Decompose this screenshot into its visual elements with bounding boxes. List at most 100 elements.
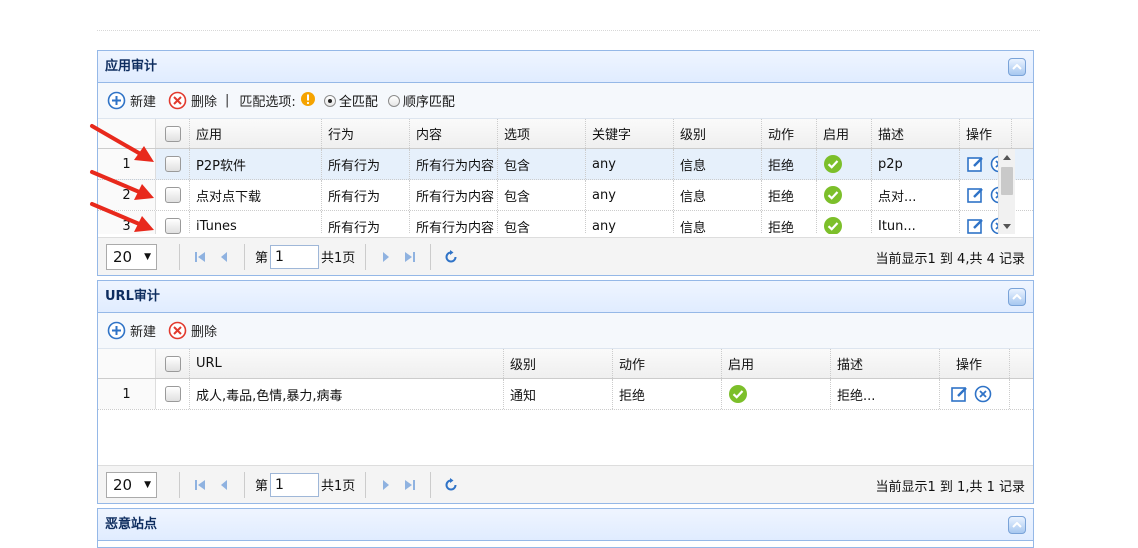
app-audit-panel: 应用审计 新建 删除 | 匹配选项: 全匹配 顺序匹配 应用 行为 内容 选项 …	[97, 50, 1034, 276]
cell-ops	[940, 379, 1010, 409]
collapse-url-audit-button[interactable]	[1008, 288, 1026, 306]
refresh-icon	[445, 477, 457, 490]
app-audit-delete-button[interactable]: 删除	[168, 91, 217, 110]
col-header-enabled[interactable]: 启用	[817, 119, 872, 148]
page-size-select[interactable]: 20 ▼	[106, 471, 157, 498]
radio-full-match-input[interactable]	[323, 94, 336, 107]
cell-content: 所有行为内容	[410, 149, 498, 179]
col-header-action[interactable]: 动作	[762, 119, 817, 148]
cell-keyword: any	[586, 211, 674, 234]
top-divider	[97, 30, 1040, 31]
prev-page-button[interactable]	[212, 473, 236, 497]
pager-separator	[244, 243, 245, 270]
check-circle-icon	[824, 186, 842, 204]
col-header-enabled[interactable]: 启用	[722, 349, 831, 378]
prev-page-button[interactable]	[212, 245, 236, 269]
next-page-button[interactable]	[374, 245, 398, 269]
refresh-icon	[445, 249, 457, 262]
row-checkbox[interactable]	[164, 386, 181, 402]
url-audit-new-button[interactable]: 新建	[107, 321, 156, 340]
pager-separator	[179, 243, 180, 270]
app-audit-header: 应用审计	[98, 51, 1033, 83]
first-page-button[interactable]	[188, 245, 212, 269]
edit-icon[interactable]	[966, 216, 986, 234]
collapse-app-audit-button[interactable]	[1008, 58, 1026, 76]
url-audit-toolbar: 新建 删除	[98, 313, 1033, 349]
app-audit-pagination: 20 ▼ 第 1 共1页 当前显示1 到 4,共 4 记录	[98, 237, 1033, 275]
page-prefix: 第	[255, 479, 269, 494]
select-all-checkbox[interactable]	[164, 355, 181, 372]
page-number-input[interactable]: 1	[270, 244, 320, 269]
check-circle-icon	[824, 217, 842, 234]
col-header-app[interactable]: 应用	[190, 119, 322, 148]
cell-level: 信息	[674, 211, 762, 234]
prev-page-icon	[221, 479, 227, 490]
table-row[interactable]: 2 点对点下载 所有行为 所有行为内容 包含 any 信息 拒绝 点对...	[98, 180, 1033, 211]
scroll-up-arrow[interactable]	[999, 149, 1015, 165]
first-page-button[interactable]	[188, 473, 212, 497]
row-checkbox-cell	[156, 149, 190, 179]
col-header-option[interactable]: 选项	[498, 119, 586, 148]
table-row[interactable]: 1 P2P软件 所有行为 所有行为内容 包含 any 信息 拒绝 p2p	[98, 149, 1033, 180]
next-page-button[interactable]	[374, 473, 398, 497]
select-all-checkbox[interactable]	[164, 125, 181, 142]
page-number-input[interactable]: 1	[270, 472, 320, 497]
scroll-thumb[interactable]	[1001, 167, 1013, 195]
match-options-label: 匹配选项:	[239, 95, 296, 110]
col-header-desc[interactable]: 描述	[872, 119, 960, 148]
row-checkbox[interactable]	[164, 218, 181, 234]
row-checkbox-cell	[156, 379, 190, 409]
next-page-icon	[383, 251, 390, 262]
first-page-icon	[195, 479, 205, 490]
radio-full-match-label: 全匹配	[338, 95, 378, 110]
refresh-button[interactable]	[439, 245, 463, 269]
col-header-ops: 操作	[960, 119, 1012, 148]
red-arrow-annotation-1	[90, 124, 154, 162]
col-header-action[interactable]: 动作	[613, 349, 722, 378]
col-header-content[interactable]: 内容	[410, 119, 498, 148]
last-page-button[interactable]	[398, 473, 422, 497]
row-checkbox[interactable]	[164, 156, 181, 172]
radio-order-match-input[interactable]	[387, 94, 400, 107]
col-header-desc[interactable]: 描述	[831, 349, 940, 378]
delete-circle-icon[interactable]	[974, 385, 992, 403]
radio-full-match[interactable]: 全匹配	[323, 91, 378, 110]
url-audit-pagination: 20 ▼ 第 1 共1页 当前显示1 到 1,共 1 记录	[98, 465, 1033, 503]
edit-icon[interactable]	[966, 154, 986, 174]
col-header-url[interactable]: URL	[190, 349, 504, 378]
app-audit-toolbar: 新建 删除 | 匹配选项: 全匹配 顺序匹配	[98, 83, 1033, 119]
refresh-button[interactable]	[439, 473, 463, 497]
row-checkbox[interactable]	[164, 187, 181, 203]
prev-page-icon	[221, 251, 227, 262]
url-audit-panel: URL审计 新建 删除 URL 级别 动作 启用 描述 操作 1 成人,毒品,色…	[97, 280, 1034, 504]
red-arrow-annotation-3	[90, 202, 154, 232]
edit-icon[interactable]	[966, 185, 986, 205]
table-row[interactable]: 1 成人,毒品,色情,暴力,病毒 通知 拒绝 拒绝...	[98, 379, 1033, 410]
app-audit-new-button[interactable]: 新建	[107, 91, 156, 110]
col-header-behavior[interactable]: 行为	[322, 119, 410, 148]
row-number: 1	[98, 379, 156, 409]
last-page-button[interactable]	[398, 245, 422, 269]
col-header-level[interactable]: 级别	[504, 349, 613, 378]
select-all-cell	[156, 349, 190, 378]
page-size-select[interactable]: 20 ▼	[106, 243, 157, 270]
chevron-up-icon	[1012, 294, 1022, 300]
app-audit-vertical-scrollbar[interactable]	[998, 149, 1015, 234]
chevron-up-icon	[1012, 522, 1022, 528]
table-row[interactable]: 3 iTunes 所有行为 所有行为内容 包含 any 信息 拒绝 Itun..…	[98, 211, 1033, 234]
collapse-malicious-sites-button[interactable]	[1008, 516, 1026, 534]
cell-action: 拒绝	[762, 180, 817, 210]
url-audit-delete-button[interactable]: 删除	[168, 321, 217, 340]
cell-desc: p2p	[872, 149, 960, 179]
edit-icon[interactable]	[950, 384, 970, 404]
cell-option: 包含	[498, 211, 586, 234]
cell-level: 信息	[674, 149, 762, 179]
radio-order-match[interactable]: 顺序匹配	[387, 91, 455, 110]
col-header-keyword[interactable]: 关键字	[586, 119, 674, 148]
select-all-cell	[156, 119, 190, 148]
pager-separator	[365, 471, 367, 498]
warning-icon	[300, 91, 316, 111]
scroll-down-arrow[interactable]	[999, 218, 1015, 234]
col-header-level[interactable]: 级别	[674, 119, 762, 148]
app-audit-title: 应用审计	[105, 59, 158, 74]
